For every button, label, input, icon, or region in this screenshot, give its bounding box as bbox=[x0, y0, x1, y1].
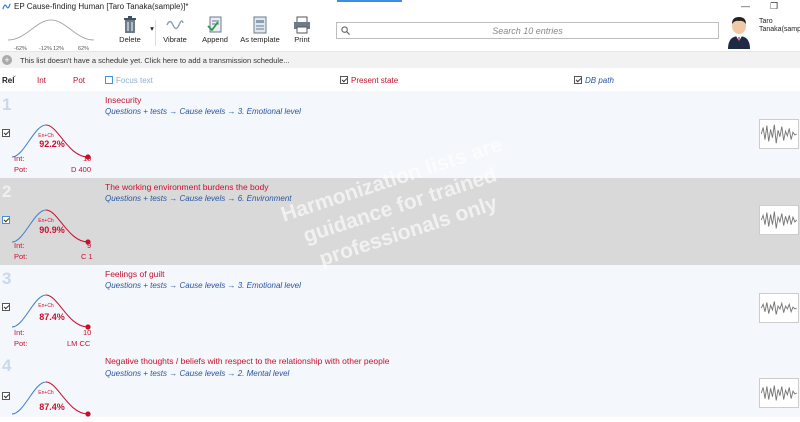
match-percent: 87.4% bbox=[39, 402, 65, 412]
row-number: 2 bbox=[2, 182, 12, 201]
db-path: Questions + tests → Cause levels → 2. Me… bbox=[105, 369, 290, 378]
pot-label: Pot: bbox=[14, 339, 28, 348]
title-accent-bar bbox=[337, 0, 402, 2]
row-title: The working environment burdens the body bbox=[105, 182, 269, 192]
pot-label: Pot: bbox=[14, 252, 28, 261]
waveform-icon[interactable] bbox=[759, 205, 799, 235]
table-row[interactable]: 4 En+Ch 87.4% Negative thoughts / belief… bbox=[0, 352, 800, 417]
avatar[interactable] bbox=[724, 15, 754, 49]
user-last-name: Tanaka(sample) bbox=[759, 26, 800, 33]
restore-button[interactable]: ❐ bbox=[770, 1, 778, 12]
schedule-bar[interactable]: + This list doesn't have a schedule yet.… bbox=[0, 52, 800, 68]
col-pot[interactable]: Pot bbox=[73, 76, 85, 85]
template-icon bbox=[253, 16, 267, 34]
distribution-preview-icon: -62% -12% 12% 62% bbox=[7, 19, 95, 52]
pot-value: LM CC bbox=[67, 339, 91, 348]
table-row[interactable]: 2 En+Ch 90.9% Int: 9 Pot: C 1 The workin… bbox=[0, 178, 800, 265]
waveform-icon[interactable] bbox=[759, 119, 799, 149]
row-title: Feelings of guilt bbox=[105, 269, 165, 279]
row-number: 1 bbox=[2, 95, 12, 114]
wave-icon bbox=[166, 20, 184, 30]
int-label: Int: bbox=[14, 328, 25, 337]
int-value: 9 bbox=[87, 241, 92, 250]
trash-icon bbox=[124, 16, 136, 33]
table-row[interactable]: 3 En+Ch 87.4% Int: 10 Pot: LM CC Feeling… bbox=[0, 265, 800, 352]
pot-value: C 1 bbox=[81, 252, 93, 261]
col-db-path[interactable]: DB path bbox=[574, 76, 614, 85]
search-placeholder: Search 10 entries bbox=[492, 26, 563, 36]
db-path-checkbox[interactable] bbox=[574, 76, 582, 84]
delete-label: Delete bbox=[119, 35, 141, 44]
badge-label: En+Ch bbox=[38, 303, 54, 309]
present-state-label: Present state bbox=[351, 76, 399, 85]
add-schedule-icon[interactable]: + bbox=[2, 55, 12, 65]
int-value: 10 bbox=[83, 154, 92, 163]
int-label: Int: bbox=[14, 154, 25, 163]
row-title: Insecurity bbox=[105, 95, 142, 105]
print-icon bbox=[294, 16, 310, 34]
schedule-text[interactable]: This list doesn't have a schedule yet. C… bbox=[20, 56, 290, 65]
append-label: Append bbox=[202, 35, 228, 44]
col-focus-text[interactable]: Focus text bbox=[105, 76, 153, 85]
pot-label: Pot: bbox=[14, 165, 28, 174]
search-input[interactable]: Search 10 entries bbox=[336, 22, 719, 39]
as-template-label: As template bbox=[240, 35, 280, 44]
badge-label: En+Ch bbox=[38, 218, 54, 224]
match-percent: 90.9% bbox=[39, 225, 65, 235]
present-state-checkbox[interactable] bbox=[340, 76, 348, 84]
waveform-icon[interactable] bbox=[759, 293, 799, 323]
user-name: Taro Tanaka(sample) bbox=[759, 18, 800, 34]
db-path-label: DB path bbox=[585, 76, 614, 85]
db-path: Questions + tests → Cause levels → 6. En… bbox=[105, 194, 292, 203]
sort-chevron-icon[interactable]: ⌄ bbox=[12, 72, 17, 79]
minimize-button[interactable]: — bbox=[741, 1, 750, 11]
column-header: Rel ⌄ Int Pot Focus text Present state D… bbox=[0, 72, 800, 90]
table-row[interactable]: 1 En+Ch 92.2% Int: 10 Pot: D 400 Insecur… bbox=[0, 91, 800, 178]
print-label: Print bbox=[294, 35, 310, 44]
user-first-name: Taro bbox=[759, 18, 773, 25]
app-icon bbox=[2, 3, 11, 10]
waveform-icon[interactable] bbox=[759, 378, 799, 408]
toolbar: -62% -12% 12% 62% Delete ▾ Vibrate Appen… bbox=[0, 14, 800, 52]
toolbar-separator bbox=[155, 20, 156, 46]
col-int[interactable]: Int bbox=[37, 76, 46, 85]
append-icon bbox=[207, 16, 222, 33]
col-present-state[interactable]: Present state bbox=[340, 76, 398, 85]
append-button[interactable]: Append bbox=[198, 16, 232, 50]
delete-button[interactable]: Delete bbox=[114, 16, 146, 50]
print-button[interactable]: Print bbox=[290, 16, 314, 50]
pot-value: D 400 bbox=[71, 165, 92, 174]
bell-curve-chart: En+Ch bbox=[11, 381, 91, 417]
badge-label: En+Ch bbox=[38, 390, 54, 396]
match-percent: 92.2% bbox=[39, 139, 65, 149]
as-template-button[interactable]: As template bbox=[240, 16, 280, 50]
focus-checkbox[interactable] bbox=[105, 76, 113, 84]
int-value: 10 bbox=[83, 328, 92, 337]
vibrate-label: Vibrate bbox=[163, 35, 187, 44]
db-path: Questions + tests → Cause levels → 3. Em… bbox=[105, 107, 301, 116]
title-bar: EP Cause-finding Human [Taro Tanaka(samp… bbox=[0, 0, 800, 14]
match-percent: 87.4% bbox=[39, 312, 65, 322]
db-path: Questions + tests → Cause levels → 3. Em… bbox=[105, 281, 301, 290]
focus-label: Focus text bbox=[116, 76, 153, 85]
int-label: Int: bbox=[14, 241, 25, 250]
row-title: Negative thoughts / beliefs with respect… bbox=[105, 356, 390, 366]
window-title: EP Cause-finding Human [Taro Tanaka(samp… bbox=[14, 2, 189, 11]
vibrate-button[interactable]: Vibrate bbox=[160, 16, 190, 50]
